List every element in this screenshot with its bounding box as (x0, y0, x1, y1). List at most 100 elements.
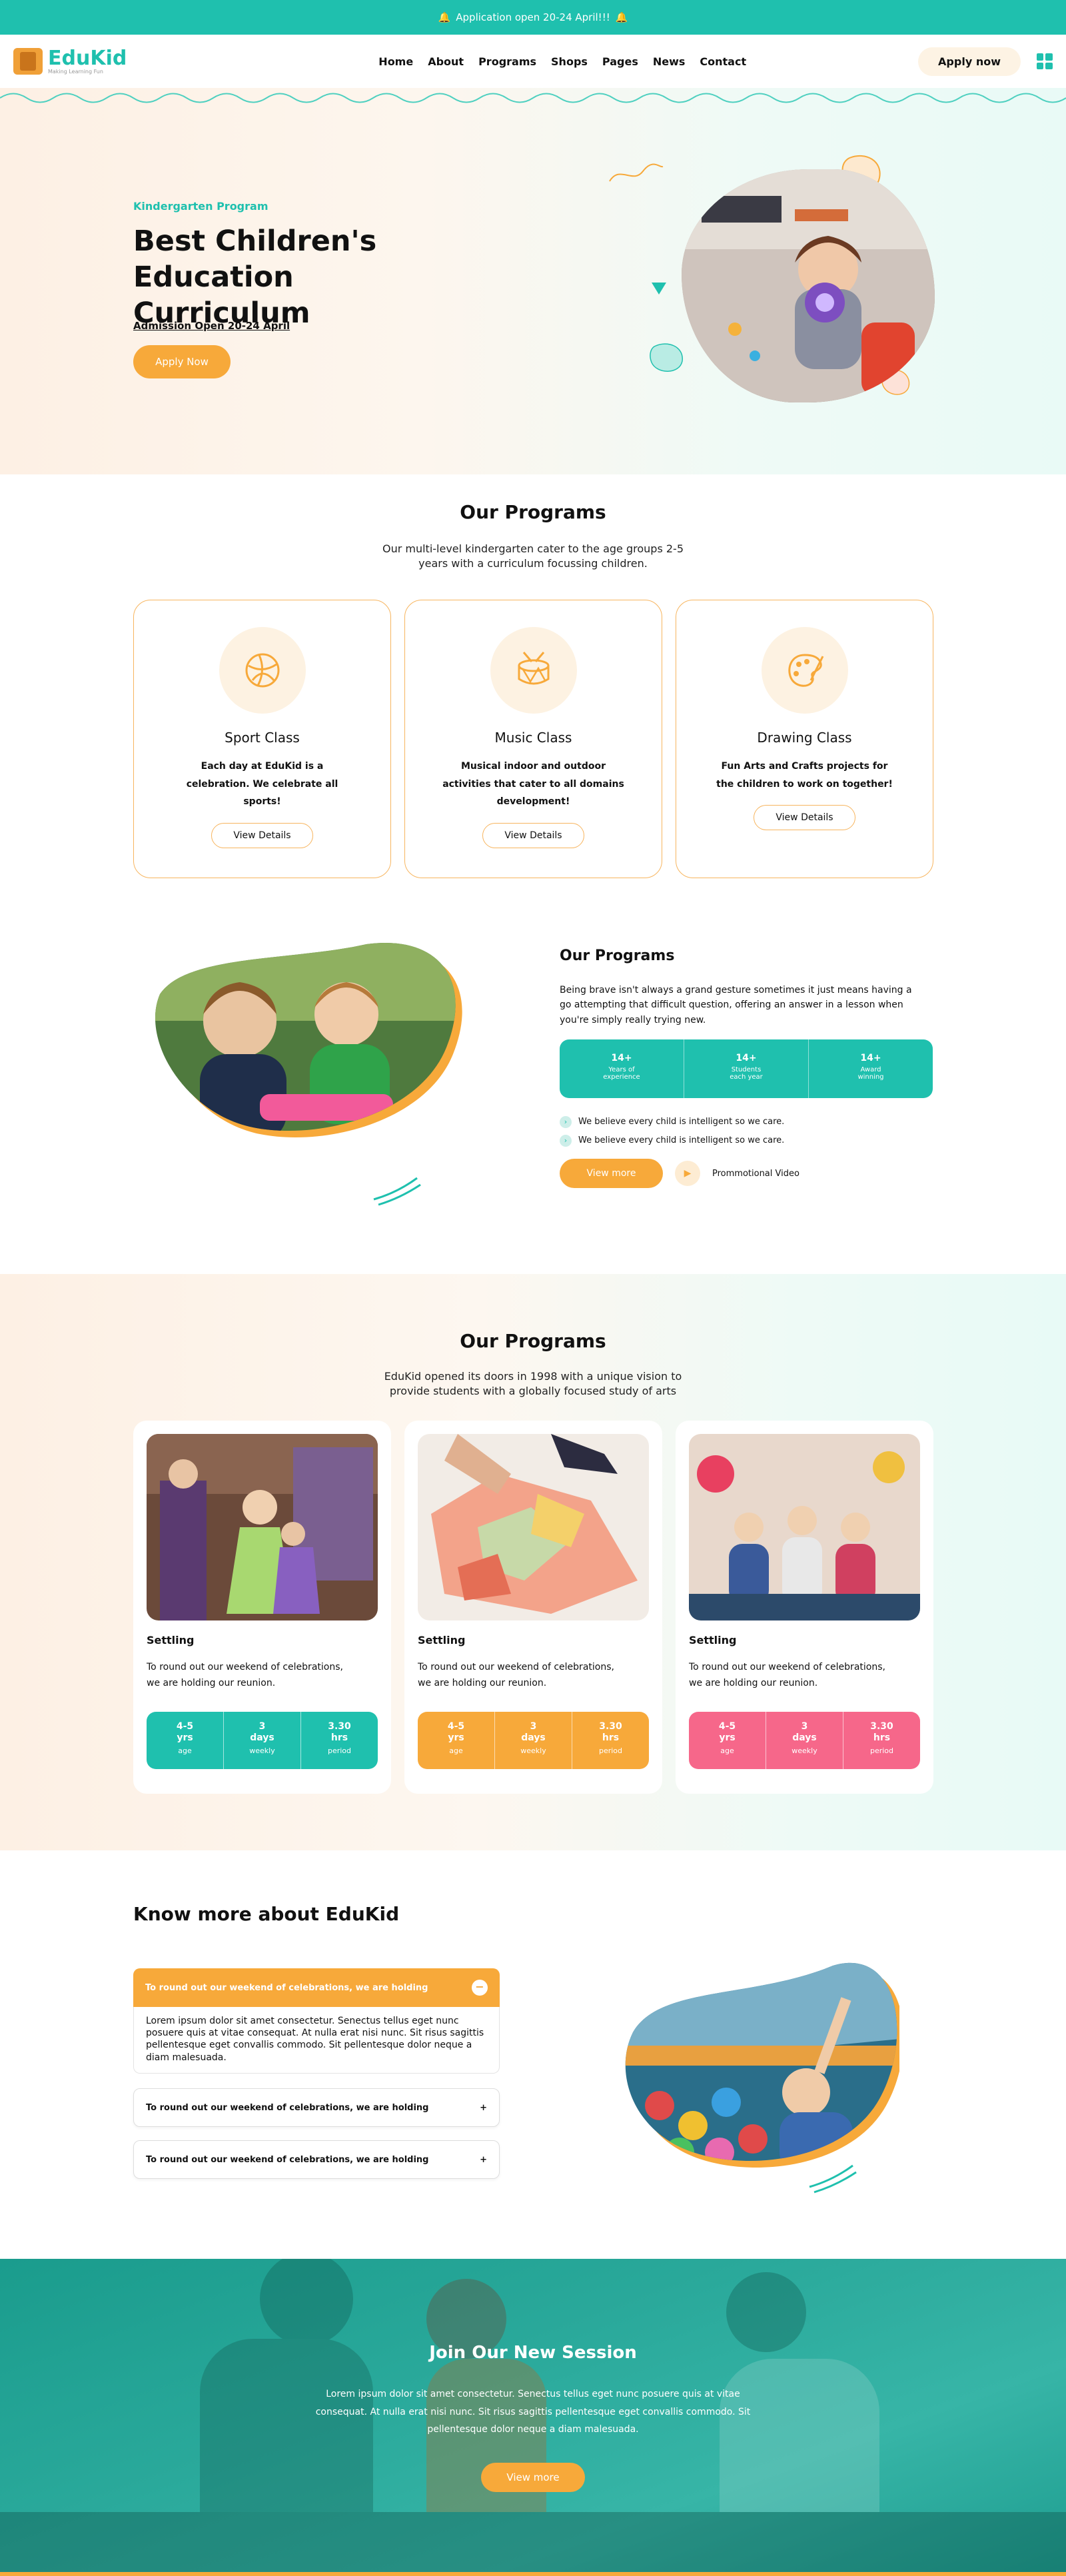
logo-icon (13, 48, 43, 75)
faq-item: To round out our weekend of celebrations… (133, 2140, 500, 2179)
hero-section: Kindergarten Program Best Children's Edu… (0, 88, 1066, 474)
cta-text: Lorem ipsum dolor sit amet consectetur. … (315, 2389, 751, 2435)
apply-now-hero-button[interactable]: Apply Now (133, 345, 231, 378)
ball-icon (219, 627, 306, 714)
programs-title: Our Programs (460, 501, 606, 523)
check-text: We believe every child is intelligent so… (578, 1117, 785, 1127)
palette-icon (761, 627, 848, 714)
faq-question[interactable]: To round out our weekend of celebrations… (133, 2088, 500, 2127)
stat-cell: 3 days weekly (766, 1711, 843, 1769)
nav-item-programs[interactable]: Programs (478, 55, 536, 68)
stat-cell: 3 days weekly (224, 1711, 301, 1769)
program-listing-card[interactable]: Settling To round out our weekend of cel… (676, 1421, 933, 1794)
stat-label: weekly (792, 1746, 817, 1755)
grid-icon[interactable] (1036, 53, 1053, 69)
stat-label: period (327, 1746, 352, 1755)
teal-lines-decoration (809, 2164, 857, 2194)
triangle-decoration (652, 283, 666, 295)
program-cards: Sport Class Each day at EduKid is a cele… (133, 600, 933, 878)
announcement-bar: 🔔 Application open 20-24 April!!! 🔔 (0, 0, 1066, 35)
stat-value: 3.30 hrs (599, 1720, 622, 1744)
plus-icon[interactable]: + (480, 2155, 487, 2165)
cta-view-more-button[interactable]: View more (481, 2463, 585, 2492)
stat-cell: 3.30 hrs period (843, 1712, 920, 1769)
program-stats-bar: 4-5 yrs age 3 days weekly 3.30 hrs period (418, 1711, 649, 1769)
stat-label: Award winning (857, 1066, 884, 1081)
stat-cell: 3 days weekly (495, 1711, 572, 1769)
stat-value: 3 days (250, 1720, 274, 1744)
stat-value: 4-5 yrs (447, 1720, 465, 1744)
announcement-text: Application open 20-24 April!!! (456, 11, 610, 23)
nav-item-home[interactable]: Home (378, 55, 413, 68)
view-details-button[interactable]: View Details (482, 822, 584, 848)
nav-item-shops[interactable]: Shops (551, 55, 588, 68)
brand-name: EduKid (48, 46, 127, 70)
view-details-button[interactable]: View Details (754, 805, 855, 831)
nav-item-about[interactable]: About (428, 55, 464, 68)
faq-title: Know more about EduKid (133, 1903, 400, 1925)
plus-icon[interactable]: + (480, 2103, 487, 2113)
stat-label: period (598, 1746, 623, 1755)
check-item: › We believe every child is intelligent s… (560, 1131, 784, 1150)
faq-question[interactable]: To round out our weekend of celebrations… (133, 1968, 500, 2007)
stat-value: 14+ (860, 1053, 881, 1063)
program-card-desc: Each day at EduKid is a celebration. We … (186, 761, 338, 808)
promo-video-link[interactable]: Prommotional Video (712, 1169, 800, 1179)
stat-label: weekly (249, 1746, 275, 1755)
program-listing-title: Settling (418, 1634, 466, 1646)
stat-cell: 4-5 yrs age (147, 1711, 224, 1769)
apply-now-button[interactable]: Apply now (918, 47, 1021, 76)
stat-cell: 3.30 hrs period (301, 1712, 378, 1769)
drop-decoration (650, 343, 683, 372)
check-item: › We believe every child is intelligent s… (560, 1113, 784, 1131)
faq-question-text: To round out our weekend of celebrations… (145, 1982, 428, 1993)
program-stats-bar: 4-5 yrs age 3 days weekly 3.30 hrs period (689, 1711, 920, 1769)
play-icon[interactable]: ▶ (675, 1161, 700, 1186)
hero-eyebrow: Kindergarten Program (133, 200, 268, 213)
faq-item-open: To round out our weekend of celebrations… (133, 1968, 500, 2074)
stat-item: 14+ Award winning (809, 1039, 933, 1098)
stat-value: 14+ (736, 1053, 757, 1063)
costume-kids-photo (147, 1434, 378, 1620)
nav-item-contact[interactable]: Contact (700, 55, 746, 68)
faq-question-text: To round out our weekend of celebrations… (146, 2154, 429, 2165)
check-icon: › (560, 1135, 572, 1147)
join-session-banner: Join Our New Session Lorem ipsum dolor s… (0, 2259, 1066, 2576)
check-icon: › (560, 1116, 572, 1128)
admission-link[interactable]: Admission Open 20-24 April (133, 320, 290, 332)
faq-question[interactable]: To round out our weekend of celebrations… (133, 2140, 500, 2179)
programs2-subtitle: EduKid opened its doors in 1998 with a u… (384, 1370, 682, 1398)
program-card: Drawing Class Fun Arts and Crafts projec… (676, 600, 933, 878)
stat-cell: 3.30 hrs period (572, 1712, 649, 1769)
teal-lines-decoration (373, 1177, 421, 1206)
bell-icon: 🔔 (438, 11, 451, 23)
view-more-button[interactable]: View more (560, 1159, 663, 1188)
program-listing-desc: To round out our weekend of celebrations… (147, 1662, 343, 1688)
program-listing-card[interactable]: Settling To round out our weekend of cel… (404, 1421, 662, 1794)
cta-title: Join Our New Session (429, 2343, 637, 2363)
check-list: › We believe every child is intelligent s… (560, 1113, 784, 1150)
program-card-title: Music Class (494, 730, 572, 746)
stat-item: 14+ Students each year (684, 1039, 809, 1098)
program-listing-title: Settling (689, 1634, 737, 1646)
program-card-desc: Fun Arts and Crafts projects for the chi… (716, 761, 893, 790)
faq-item: To round out our weekend of celebrations… (133, 2088, 500, 2127)
programs2-title: Our Programs (460, 1330, 606, 1352)
minus-icon[interactable]: − (472, 1980, 488, 1996)
about-actions: View more ▶ Prommotional Video (560, 1159, 800, 1188)
stat-value: 3 days (792, 1720, 817, 1744)
nav-menu: Home About Programs Shops Pages News Con… (298, 55, 746, 68)
nav-item-news[interactable]: News (653, 55, 686, 68)
program-listing-card[interactable]: Settling To round out our weekend of cel… (133, 1421, 391, 1794)
view-details-button[interactable]: View Details (211, 822, 313, 848)
program-listing-desc: To round out our weekend of celebrations… (689, 1662, 885, 1688)
drum-icon (490, 627, 577, 714)
nav-item-pages[interactable]: Pages (602, 55, 638, 68)
bottom-accent-bar (0, 2572, 1066, 2576)
stat-label: Students each year (730, 1066, 763, 1081)
logo[interactable]: EduKid Making Learning Fun (13, 48, 127, 75)
stat-label: weekly (520, 1746, 546, 1755)
program-card: Music Class Musical indoor and outdoor a… (404, 600, 662, 878)
program-card-title: Drawing Class (757, 730, 852, 746)
faq-answer: Lorem ipsum dolor sit amet consectetur. … (133, 2007, 500, 2074)
